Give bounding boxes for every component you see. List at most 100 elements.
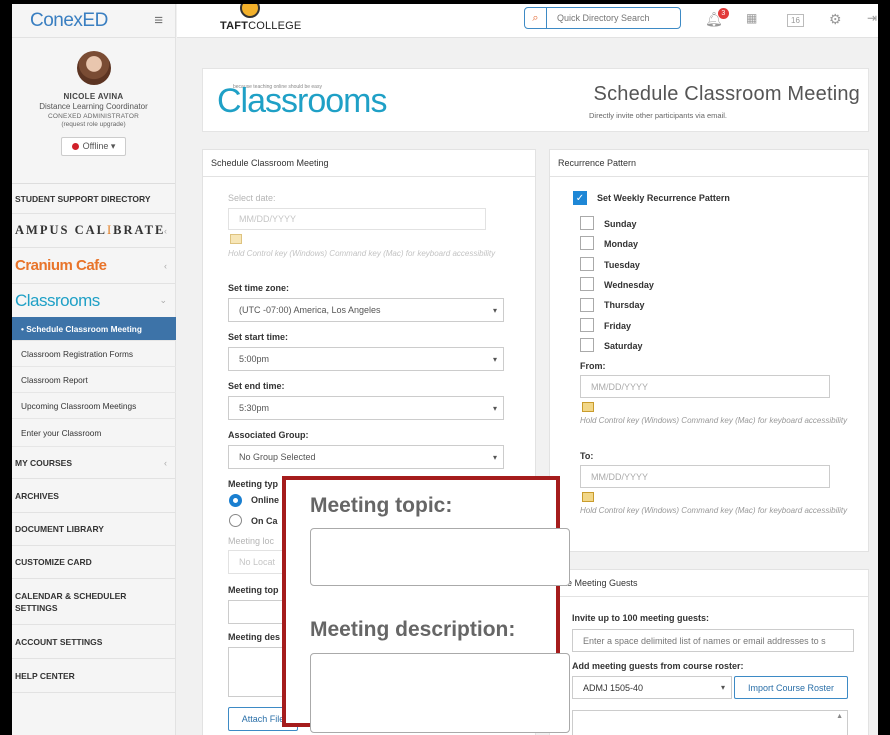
zoom-meeting-description-input[interactable] xyxy=(310,653,570,733)
chevron-left-icon: ‹ xyxy=(164,225,167,236)
gear-icon[interactable]: ⚙ xyxy=(829,11,842,28)
from-date-input[interactable]: MM/DD/YYYY xyxy=(580,375,830,398)
menu-icon[interactable]: ≡ xyxy=(154,12,163,29)
import-course-roster-button[interactable]: Import Course Roster xyxy=(734,676,848,699)
meeting-location-label: Meeting loc xyxy=(228,536,275,546)
time-zone-label: Set time zone: xyxy=(228,283,290,293)
time-zone-select[interactable]: (UTC -07:00) America, Los Angeles xyxy=(228,298,504,322)
nav-schedule-classroom-meeting[interactable]: • Schedule Classroom Meeting xyxy=(12,317,176,341)
page-subtitle: Directly invite other participants via e… xyxy=(589,111,727,120)
course-roster-label: Add meeting guests from course roster: xyxy=(572,661,744,671)
nav-label: MY COURSES xyxy=(15,457,72,468)
to-label: To: xyxy=(580,451,594,461)
start-time-select[interactable]: 5:00pm xyxy=(228,347,504,371)
nav-my-courses[interactable]: MY COURSES ‹ xyxy=(12,447,176,479)
nav-help-center[interactable]: HELP CENTER xyxy=(12,659,176,693)
weekly-recurrence-checkbox[interactable]: ✓ xyxy=(573,191,587,205)
nav-classrooms[interactable]: Classrooms ⌄ xyxy=(12,284,176,317)
invite-guests-panel: vite Meeting Guests Invite up to 100 mee… xyxy=(549,569,869,735)
classrooms-logo: Classrooms xyxy=(15,290,100,310)
keyboard-hint: Hold Control key (Windows) Command key (… xyxy=(580,506,848,515)
search-input[interactable] xyxy=(547,13,677,23)
avatar xyxy=(76,51,111,85)
day-checkbox-sunday[interactable] xyxy=(580,216,594,230)
calendar-icon[interactable] xyxy=(582,402,594,412)
on-campus-radio[interactable] xyxy=(229,514,242,527)
profile-role: CONEXED ADMINISTRATOR xyxy=(48,113,139,120)
search-icon[interactable]: ⌕ xyxy=(525,8,547,28)
page-title: Schedule Classroom Meeting xyxy=(593,83,860,105)
nav-label: ACCOUNT SETTINGS xyxy=(15,636,103,647)
nav-document-library[interactable]: DOCUMENT LIBRARY xyxy=(12,513,176,546)
nav-customize-card[interactable]: CUSTOMIZE CARD xyxy=(12,546,176,579)
taft-college-logo: TAFTCOLLEGE xyxy=(220,20,302,32)
online-label: Online xyxy=(251,495,280,505)
sidebar: ConexED ≡ NICOLE AVINA Distance Learning… xyxy=(12,4,176,735)
keyboard-hint: Hold Control key (Windows) Command key (… xyxy=(228,249,496,258)
nav-campus-calibrate[interactable]: AMPUS CALIBRATE ‹ xyxy=(12,214,176,248)
day-checkbox-thursday[interactable] xyxy=(580,298,594,312)
brand-bar: ConexED ≡ xyxy=(12,4,175,38)
nav-label: CALENDAR & SCHEDULER SETTINGS xyxy=(15,590,127,613)
zoom-meeting-topic-input[interactable] xyxy=(310,528,570,586)
invite-guests-input[interactable]: Enter a space delimited list of names or… xyxy=(572,629,854,652)
day-checkbox-wednesday[interactable] xyxy=(580,277,594,291)
nav-label: STUDENT SUPPORT DIRECTORY xyxy=(15,193,151,204)
nav-label: CUSTOMIZE CARD xyxy=(15,557,92,567)
logout-icon[interactable]: ⇥ xyxy=(867,11,877,25)
nav-upcoming-classroom-meetings[interactable]: Upcoming Classroom Meetings xyxy=(12,393,176,419)
day-label-friday: Friday xyxy=(604,321,632,331)
start-time-label: Set start time: xyxy=(228,332,289,342)
end-time-label: Set end time: xyxy=(228,381,285,391)
panel-heading: Recurrence Pattern xyxy=(550,150,868,177)
nav-account-settings[interactable]: ACCOUNT SETTINGS xyxy=(12,625,176,659)
nav-classroom-registration-forms[interactable]: Classroom Registration Forms xyxy=(12,341,176,367)
day-checkbox-tuesday[interactable] xyxy=(580,257,594,271)
zoom-callout: Meeting topic: Meeting description: xyxy=(282,476,570,733)
nav-student-support-directory[interactable]: STUDENT SUPPORT DIRECTORY xyxy=(12,184,176,214)
calendar-grid-icon[interactable]: ▦ xyxy=(746,11,757,25)
bell-icon[interactable]: 🔔︎ 3 xyxy=(705,8,729,28)
online-radio[interactable] xyxy=(229,494,242,507)
app-frame: ConexED ≡ NICOLE AVINA Distance Learning… xyxy=(12,4,878,735)
associated-group-select[interactable]: No Group Selected xyxy=(228,445,504,469)
to-date-input[interactable]: MM/DD/YYYY xyxy=(580,465,830,488)
zoom-meeting-description-label: Meeting description: xyxy=(310,618,516,641)
panel-heading: vite Meeting Guests xyxy=(550,570,868,597)
nav-cranium-cafe[interactable]: Cranium Cafe ‹ xyxy=(12,248,176,284)
scroll-up-icon[interactable]: ▲ xyxy=(836,713,843,720)
day-label-saturday: Saturday xyxy=(604,341,643,351)
nav-archives[interactable]: ARCHIVES xyxy=(12,479,176,513)
request-role-upgrade-link[interactable]: (request role upgrade) xyxy=(12,121,175,128)
meeting-date-input[interactable]: MM/DD/YYYY xyxy=(228,208,486,230)
cranium-cafe-logo: Cranium Cafe xyxy=(15,257,107,274)
day-checkbox-saturday[interactable] xyxy=(580,338,594,352)
end-time-select[interactable]: 5:30pm xyxy=(228,396,504,420)
calendar-icon[interactable] xyxy=(230,234,242,244)
invite-guests-label: Invite up to 100 meeting guests: xyxy=(572,613,710,623)
conexed-logo: ConexED xyxy=(30,9,108,31)
offline-dot-icon xyxy=(71,143,79,150)
nav-classroom-report[interactable]: Classroom Report xyxy=(12,367,176,393)
recurrence-panel: Recurrence Pattern ✓ Set Weekly Recurren… xyxy=(549,149,869,552)
quick-directory-search[interactable]: ⌕ xyxy=(524,7,681,29)
nav-calendar-scheduler-settings[interactable]: CALENDAR & SCHEDULER SETTINGS xyxy=(12,579,176,625)
calendar-icon[interactable] xyxy=(582,492,594,502)
status-dropdown[interactable]: Offline ▾ xyxy=(60,137,127,156)
day-label-tuesday: Tuesday xyxy=(604,260,640,270)
course-roster-select[interactable]: ADMJ 1505-40 xyxy=(572,676,732,699)
nav-enter-your-classroom[interactable]: Enter your Classroom xyxy=(12,419,176,447)
profile-name: NICOLE AVINA xyxy=(63,92,124,101)
guest-list-textarea[interactable]: ▲ xyxy=(572,710,848,735)
select-date-label: Select date: xyxy=(228,193,276,203)
calendar-day-icon[interactable]: 16 xyxy=(787,14,804,27)
day-checkbox-monday[interactable] xyxy=(580,236,594,250)
from-label: From: xyxy=(580,361,606,371)
meeting-topic-label: Meeting top xyxy=(228,585,279,595)
associated-group-label: Associated Group: xyxy=(228,430,309,440)
classrooms-logo-large: Classrooms xyxy=(217,82,387,120)
day-checkbox-friday[interactable] xyxy=(580,318,594,332)
page-header: because teaching online should be easy C… xyxy=(202,68,869,132)
nav-label: DOCUMENT LIBRARY xyxy=(15,524,104,534)
keyboard-hint: Hold Control key (Windows) Command key (… xyxy=(580,416,848,425)
